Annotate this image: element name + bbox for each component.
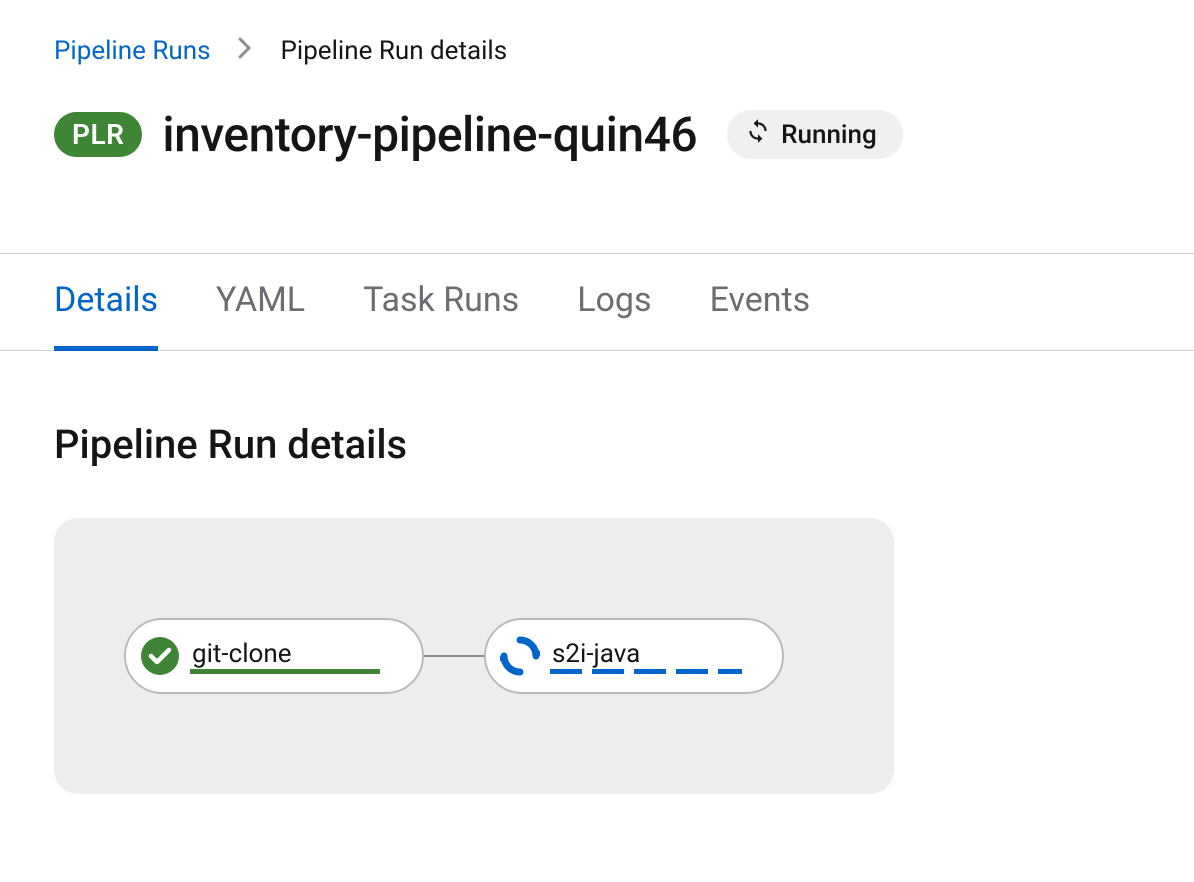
title-row: PLR inventory-pipeline-quin46 Running (0, 66, 1194, 163)
task-node-s2i-java[interactable]: s2i-java (484, 618, 784, 694)
sync-icon (745, 118, 771, 151)
status-badge: Running (727, 110, 903, 159)
check-circle-icon (140, 636, 180, 676)
task-label: s2i-java (552, 639, 640, 669)
task-progress-running (550, 669, 742, 674)
breadcrumb: Pipeline Runs Pipeline Run details (0, 0, 1194, 66)
tab-events[interactable]: Events (710, 254, 811, 350)
status-text: Running (781, 120, 877, 150)
tabs: Details YAML Task Runs Logs Events (0, 253, 1194, 351)
page-title: inventory-pipeline-quin46 (162, 106, 697, 163)
tab-task-runs[interactable]: Task Runs (363, 254, 519, 350)
tab-logs[interactable]: Logs (577, 254, 651, 350)
pipeline-connector (424, 655, 484, 657)
pipeline-graph: git-clone s2i-java (54, 518, 894, 794)
section-heading: Pipeline Run details (0, 351, 1194, 468)
task-label: git-clone (192, 639, 292, 669)
spinner-icon (500, 636, 540, 676)
chevron-right-icon (238, 37, 252, 65)
breadcrumb-current: Pipeline Run details (280, 36, 507, 66)
resource-type-badge: PLR (54, 112, 142, 157)
breadcrumb-parent-link[interactable]: Pipeline Runs (54, 36, 210, 66)
task-progress-complete (190, 669, 380, 674)
task-node-git-clone[interactable]: git-clone (124, 618, 424, 694)
tab-details[interactable]: Details (54, 254, 158, 350)
tab-yaml[interactable]: YAML (216, 254, 305, 350)
